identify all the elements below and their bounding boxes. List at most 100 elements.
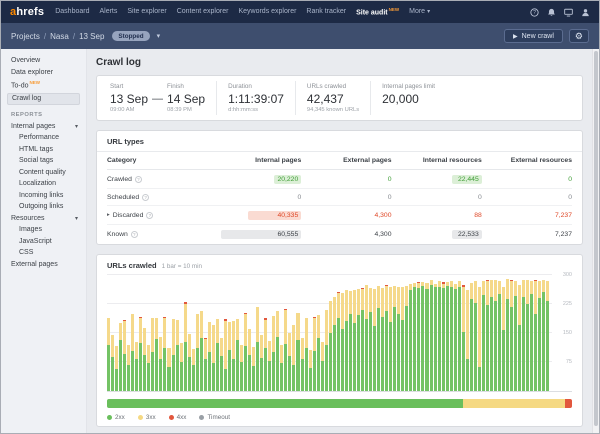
- stacked-bar[interactable]: [442, 282, 445, 391]
- stacked-bar[interactable]: [240, 345, 243, 391]
- stacked-bar[interactable]: [466, 290, 469, 391]
- stacked-bar[interactable]: [446, 282, 449, 391]
- stacked-bar[interactable]: [490, 280, 493, 391]
- stacked-bar[interactable]: [413, 283, 416, 391]
- sidebar-item-to-do[interactable]: To-doNEW: [11, 80, 80, 89]
- legend-item-2xx[interactable]: 2xx: [107, 414, 125, 421]
- stacked-bar[interactable]: [522, 280, 525, 391]
- stacked-bar[interactable]: [208, 322, 211, 391]
- stacked-bar[interactable]: [268, 341, 271, 391]
- stacked-bar[interactable]: [474, 281, 477, 391]
- nav-item-site-audit[interactable]: Site auditNEW: [356, 7, 399, 16]
- stacked-bar[interactable]: [486, 280, 489, 391]
- nav-item-rank-tracker[interactable]: Rank tracker: [306, 8, 346, 15]
- caret-down-icon[interactable]: ▾: [157, 32, 161, 40]
- legend-item-4xx[interactable]: 4xx: [169, 414, 187, 421]
- sidebar-item-internal-pages[interactable]: Internal pages▾: [11, 123, 80, 130]
- stacked-bar[interactable]: [244, 313, 247, 391]
- help-icon[interactable]: ?: [530, 8, 539, 17]
- user-icon[interactable]: [581, 8, 590, 17]
- stacked-bar[interactable]: [139, 317, 142, 391]
- category-cell[interactable]: Crawled?: [107, 176, 211, 183]
- stacked-bar[interactable]: [546, 281, 549, 391]
- stacked-bar[interactable]: [107, 318, 110, 391]
- stacked-bar[interactable]: [454, 284, 457, 391]
- stacked-bar[interactable]: [341, 293, 344, 391]
- stacked-bar[interactable]: [333, 297, 336, 391]
- stacked-bar[interactable]: [470, 283, 473, 391]
- stacked-bar[interactable]: [381, 288, 384, 391]
- stacked-bar[interactable]: [393, 286, 396, 391]
- sidebar-item-javascript[interactable]: JavaScript: [11, 238, 80, 245]
- stacked-bar[interactable]: [155, 318, 158, 391]
- stacked-bar[interactable]: [369, 288, 372, 391]
- stacked-bar[interactable]: [502, 287, 505, 391]
- monitor-icon[interactable]: [564, 8, 573, 17]
- stacked-bar[interactable]: [385, 285, 388, 391]
- settings-button[interactable]: ⚙: [569, 29, 589, 43]
- nav-item-site-explorer[interactable]: Site explorer: [127, 8, 166, 15]
- sidebar-item-localization[interactable]: Localization: [11, 180, 80, 187]
- stacked-bar[interactable]: [292, 325, 295, 391]
- stacked-bar[interactable]: [296, 313, 299, 391]
- nav-item-more[interactable]: More▾: [409, 8, 430, 15]
- stacked-bar[interactable]: [276, 311, 279, 391]
- stacked-bar[interactable]: [377, 286, 380, 391]
- stacked-bar[interactable]: [256, 307, 259, 391]
- category-cell[interactable]: Scheduled?: [107, 194, 211, 201]
- stacked-bar[interactable]: [272, 316, 275, 391]
- stacked-bar[interactable]: [127, 345, 130, 391]
- stacked-bar[interactable]: [329, 301, 332, 391]
- stacked-bar[interactable]: [409, 284, 412, 391]
- new-crawl-button[interactable]: ▶New crawl: [504, 29, 563, 43]
- stacked-bar[interactable]: [325, 310, 328, 391]
- stacked-bar[interactable]: [397, 287, 400, 391]
- ahrefs-logo[interactable]: ahrefs: [10, 6, 44, 18]
- stacked-bar[interactable]: [438, 281, 441, 391]
- scrollbar-thumb[interactable]: [594, 51, 598, 426]
- stacked-bar[interactable]: [313, 317, 316, 391]
- sidebar-item-resources[interactable]: Resources▾: [11, 215, 80, 222]
- legend-item-3xx[interactable]: 3xx: [138, 414, 156, 421]
- sidebar-item-html-tags[interactable]: HTML tags: [11, 146, 80, 153]
- sidebar-item-crawl-log[interactable]: Crawl log: [7, 93, 80, 105]
- stacked-bar[interactable]: [434, 284, 437, 391]
- stacked-bar[interactable]: [236, 319, 239, 391]
- stacked-bar[interactable]: [115, 346, 118, 391]
- stacked-bar[interactable]: [135, 342, 138, 391]
- stacked-bar[interactable]: [131, 314, 134, 391]
- stacked-bar[interactable]: [417, 282, 420, 391]
- nav-item-keywords-explorer[interactable]: Keywords explorer: [238, 8, 296, 15]
- stacked-bar[interactable]: [534, 280, 537, 391]
- breadcrumb-item-13-sep[interactable]: 13 Sep: [79, 32, 104, 41]
- stacked-bar[interactable]: [143, 328, 146, 391]
- stacked-bar[interactable]: [401, 287, 404, 391]
- stacked-bar[interactable]: [204, 338, 207, 391]
- stacked-bar[interactable]: [389, 287, 392, 391]
- stacked-bar[interactable]: [494, 280, 497, 391]
- caret-down-icon[interactable]: ▾: [75, 215, 80, 222]
- category-cell[interactable]: ▸Discarded?: [107, 212, 211, 219]
- stacked-bar[interactable]: [353, 290, 356, 391]
- stacked-bar[interactable]: [506, 279, 509, 391]
- sidebar-item-social-tags[interactable]: Social tags: [11, 157, 80, 164]
- nav-item-alerts[interactable]: Alerts: [99, 8, 117, 15]
- stacked-bar[interactable]: [450, 281, 453, 391]
- stacked-bar[interactable]: [228, 322, 231, 391]
- expand-icon[interactable]: ▸: [107, 212, 110, 218]
- stacked-bar[interactable]: [220, 338, 223, 391]
- sidebar-item-outgoing-links[interactable]: Outgoing links: [11, 203, 80, 210]
- stacked-bar[interactable]: [196, 314, 199, 391]
- stacked-bar[interactable]: [119, 323, 122, 391]
- stacked-bar[interactable]: [159, 337, 162, 391]
- stacked-bar[interactable]: [212, 325, 215, 391]
- breadcrumb-item-nasa[interactable]: Nasa: [50, 32, 69, 41]
- stacked-bar[interactable]: [518, 285, 521, 391]
- stacked-bar[interactable]: [405, 286, 408, 391]
- stacked-bar[interactable]: [425, 283, 428, 391]
- stacked-bar[interactable]: [538, 281, 541, 391]
- info-icon[interactable]: ?: [142, 194, 149, 201]
- bell-icon[interactable]: [547, 8, 556, 17]
- stacked-bar[interactable]: [200, 311, 203, 391]
- info-icon[interactable]: ?: [146, 212, 153, 219]
